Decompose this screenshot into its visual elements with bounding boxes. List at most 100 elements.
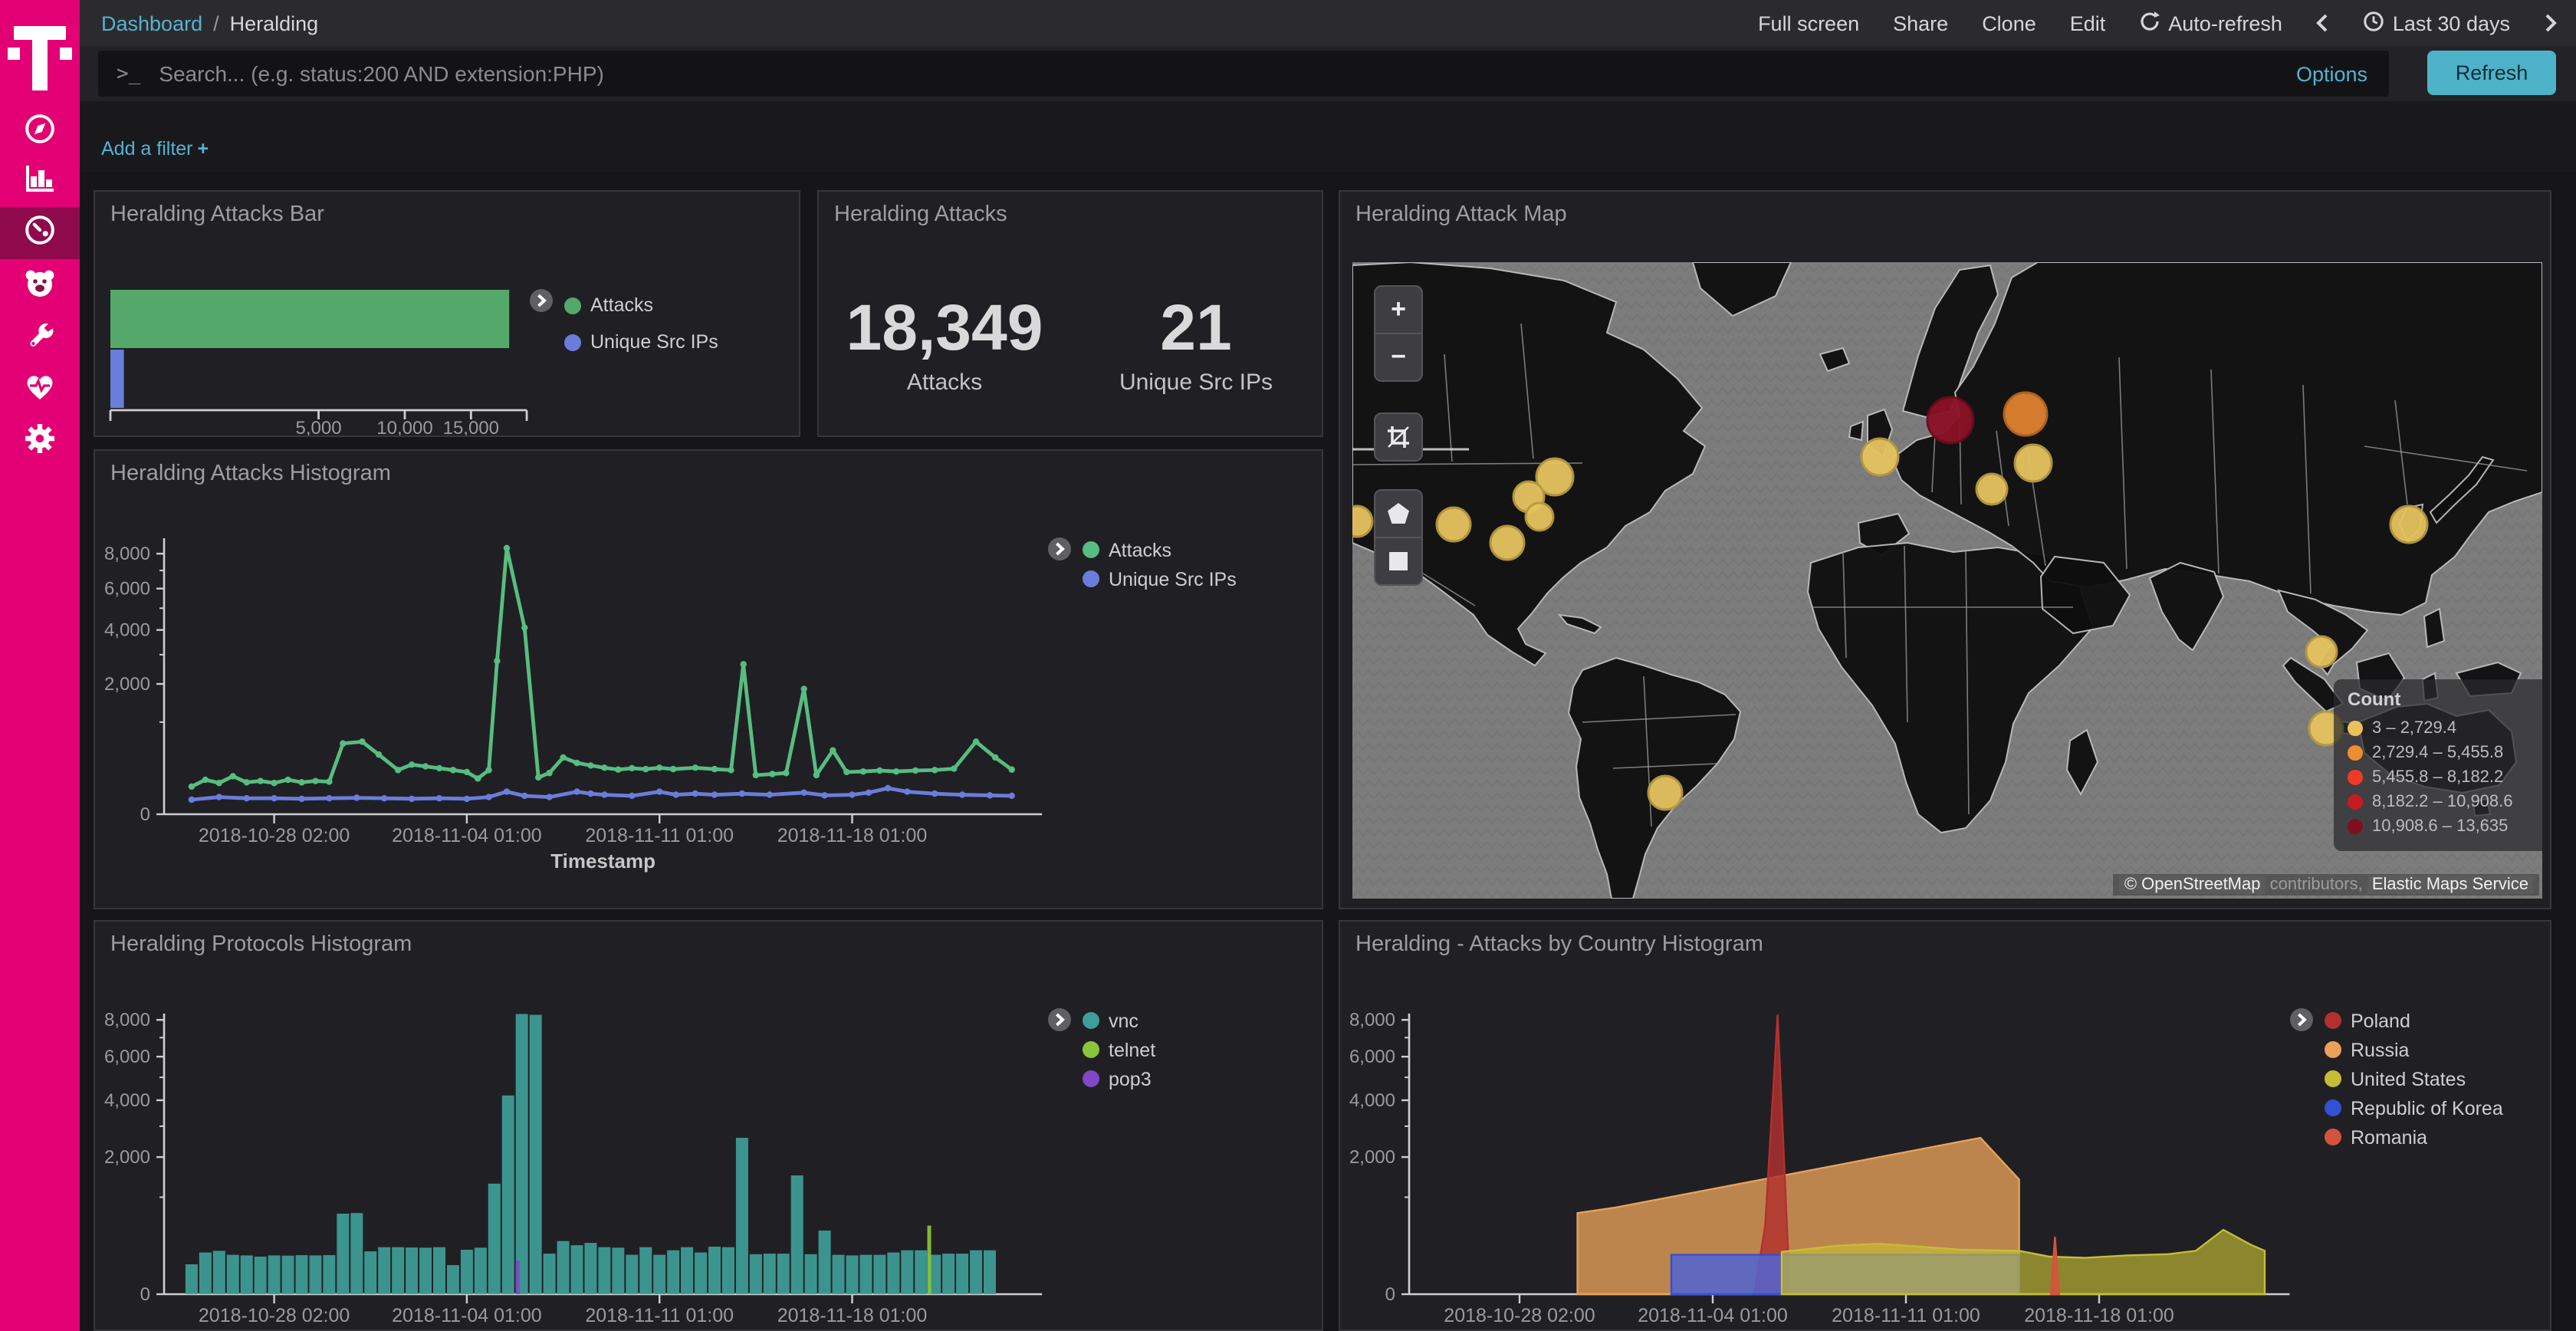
data-point[interactable] <box>587 790 593 797</box>
data-point[interactable] <box>629 765 635 771</box>
bar-vnc[interactable] <box>626 1255 638 1294</box>
data-point[interactable] <box>740 661 746 667</box>
legend-item-vnc[interactable]: vnc <box>1083 1006 1155 1035</box>
data-point[interactable] <box>312 777 318 784</box>
bar-vnc[interactable] <box>268 1255 281 1294</box>
sidebar-item-dev-tools[interactable] <box>0 313 80 365</box>
data-point[interactable] <box>284 777 291 783</box>
bar-vnc[interactable] <box>764 1254 776 1294</box>
bar-vnc[interactable] <box>819 1231 831 1294</box>
data-point[interactable] <box>670 766 676 772</box>
bar-vnc[interactable] <box>364 1251 376 1294</box>
bar-pop3[interactable] <box>516 1260 520 1294</box>
data-point[interactable] <box>1009 793 1015 799</box>
bar-vnc[interactable] <box>213 1250 225 1294</box>
data-point[interactable] <box>783 770 789 776</box>
data-point[interactable] <box>601 764 607 771</box>
data-point[interactable] <box>932 790 938 797</box>
data-point[interactable] <box>189 784 195 790</box>
bar-vnc[interactable] <box>901 1250 913 1294</box>
data-point[interactable] <box>230 773 236 779</box>
bar-vnc[interactable] <box>350 1213 363 1294</box>
bar-vnc[interactable] <box>942 1254 955 1294</box>
data-point[interactable] <box>1009 767 1015 773</box>
time-range-button[interactable]: Last 30 days <box>2364 10 2510 36</box>
crop-icon[interactable] <box>1375 414 1421 460</box>
data-point[interactable] <box>601 791 607 797</box>
t-mobile-logo[interactable] <box>0 15 80 95</box>
bar-vnc[interactable] <box>708 1247 721 1294</box>
legend-item-poland[interactable]: Poland <box>2325 1006 2503 1035</box>
bar-vnc[interactable] <box>461 1250 473 1294</box>
bar-vnc[interactable] <box>791 1175 803 1294</box>
data-point[interactable] <box>656 788 662 794</box>
legend-toggle-icon[interactable] <box>1047 1007 1072 1032</box>
bar-vnc[interactable] <box>502 1096 514 1294</box>
bar-vnc[interactable] <box>873 1255 886 1294</box>
search-input[interactable] <box>156 60 2296 87</box>
data-point[interactable] <box>475 775 481 781</box>
polygon-tool-icon[interactable] <box>1375 491 1421 537</box>
panel-title[interactable]: Heralding - Attacks by Country Histogram <box>1355 932 1763 957</box>
bar-telnet[interactable] <box>928 1226 932 1294</box>
legend-item-unique-src-ips[interactable]: Unique Src IPs <box>564 324 718 360</box>
bar-vnc[interactable] <box>378 1247 390 1294</box>
line-series-attacks[interactable] <box>192 548 1012 787</box>
bar-vnc[interactable] <box>199 1253 212 1294</box>
data-point[interactable] <box>573 788 580 794</box>
bar-vnc[interactable] <box>571 1245 583 1294</box>
map-point[interactable] <box>1648 776 1682 810</box>
bar-vnc[interactable] <box>598 1247 610 1294</box>
data-point[interactable] <box>202 777 209 783</box>
data-point[interactable] <box>692 790 698 797</box>
data-point[interactable] <box>767 791 773 797</box>
map-point[interactable] <box>2390 506 2427 543</box>
data-point[interactable] <box>436 795 442 801</box>
map-point[interactable] <box>1526 503 1553 531</box>
legend-item-romania[interactable]: Romania <box>2325 1122 2503 1152</box>
bar-vnc[interactable] <box>419 1247 432 1294</box>
data-point[interactable] <box>340 740 346 746</box>
zoom-out-button[interactable]: − <box>1375 333 1421 380</box>
data-point[interactable] <box>860 768 866 774</box>
options-link[interactable]: Options <box>2296 62 2367 85</box>
data-point[interactable] <box>987 792 993 798</box>
bar-vnc[interactable] <box>846 1255 859 1294</box>
legend-item-telnet[interactable]: telnet <box>1083 1035 1155 1064</box>
legend-toggle-icon[interactable] <box>2289 1007 2314 1032</box>
world-map[interactable]: + − Count 3 – 2,729.42,729.4 – 5,455.85,… <box>1352 262 2542 899</box>
data-point[interactable] <box>376 751 382 758</box>
legend-item-attacks[interactable]: Attacks <box>1083 535 1237 564</box>
data-point[interactable] <box>973 738 979 744</box>
data-point[interactable] <box>728 767 734 773</box>
data-point[interactable] <box>951 765 957 771</box>
data-point[interactable] <box>629 793 635 799</box>
data-point[interactable] <box>244 779 250 785</box>
map-point[interactable] <box>1437 508 1470 541</box>
bar-vnc[interactable] <box>186 1264 198 1294</box>
sidebar-item-monitoring[interactable] <box>0 363 80 416</box>
data-point[interactable] <box>504 545 510 551</box>
bar-vnc[interactable] <box>227 1255 239 1294</box>
bar-vnc[interactable] <box>695 1253 707 1294</box>
bar-vnc[interactable] <box>296 1255 308 1294</box>
sidebar-item-discover[interactable] <box>0 106 80 158</box>
bar-vnc[interactable] <box>736 1138 748 1294</box>
data-point[interactable] <box>849 791 855 797</box>
bar-vnc[interactable] <box>323 1255 335 1294</box>
bar-vnc[interactable] <box>557 1241 570 1294</box>
data-point[interactable] <box>753 772 759 778</box>
panel-title[interactable]: Heralding Attacks Histogram <box>110 462 391 486</box>
data-point[interactable] <box>359 738 365 744</box>
data-point[interactable] <box>485 767 491 773</box>
sidebar-item-management[interactable] <box>0 416 80 468</box>
rectangle-tool-icon[interactable] <box>1375 537 1421 584</box>
map-point[interactable] <box>1976 474 2007 504</box>
data-point[interactable] <box>395 767 401 773</box>
data-point[interactable] <box>464 796 470 802</box>
data-point[interactable] <box>450 767 456 773</box>
bar-vnc[interactable] <box>337 1214 349 1294</box>
bar-vnc[interactable] <box>653 1255 665 1294</box>
data-point[interactable] <box>216 780 222 786</box>
data-point[interactable] <box>843 769 849 775</box>
